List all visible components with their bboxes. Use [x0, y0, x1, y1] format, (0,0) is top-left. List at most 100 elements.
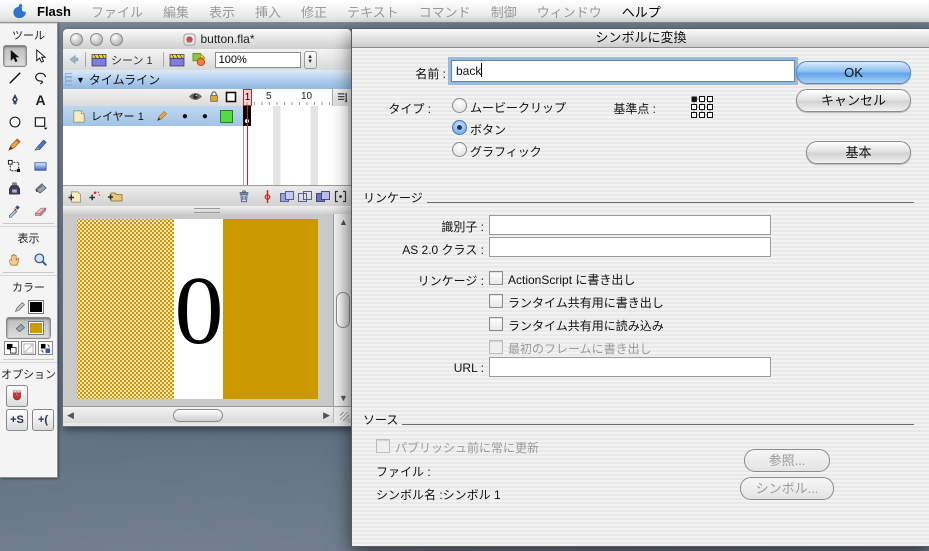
layer-visible-dot[interactable]: ●: [182, 111, 188, 122]
zoom-tool[interactable]: [29, 248, 53, 270]
checkbox-import-runtime-sharing-label[interactable]: ランタイム共有用に読み込み: [508, 317, 664, 334]
checkbox-export-runtime-sharing-label[interactable]: ランタイム共有用に書き出し: [508, 294, 664, 311]
layer-row[interactable]: レイヤー 1 ● ●: [63, 106, 243, 127]
onion-skin-outlines-button[interactable]: [297, 190, 313, 203]
menu-item-help[interactable]: ヘルプ: [612, 2, 671, 21]
stage-number-text[interactable]: 0: [171, 266, 227, 356]
ok-button[interactable]: OK: [796, 61, 911, 84]
lock-icon[interactable]: [208, 90, 220, 103]
no-color-button[interactable]: [21, 341, 36, 355]
playhead[interactable]: 1: [243, 89, 252, 106]
scene-name[interactable]: シーン 1: [111, 52, 153, 68]
layer-panel-empty-area[interactable]: [63, 126, 244, 186]
menu-item-flash[interactable]: Flash: [27, 4, 81, 19]
scroll-down-arrow[interactable]: ▼: [339, 393, 348, 403]
checkbox-export-actionscript-label[interactable]: ActionScript に書き出し: [508, 271, 635, 288]
delete-layer-trash-button[interactable]: [237, 189, 251, 204]
menu-item-commands[interactable]: コマンド: [409, 2, 481, 21]
checkbox-export-runtime-sharing[interactable]: [489, 294, 503, 308]
cancel-button[interactable]: キャンセル: [796, 89, 911, 112]
scroll-right-arrow[interactable]: ▶: [323, 410, 330, 420]
straighten-button[interactable]: +(: [32, 409, 54, 431]
ink-bottle-tool[interactable]: [3, 177, 27, 199]
zoom-window-button[interactable]: [110, 33, 123, 46]
stroke-color-control[interactable]: [0, 297, 57, 317]
vertical-scroll-thumb[interactable]: [336, 292, 350, 328]
fill-color-control[interactable]: [6, 317, 51, 339]
insert-layer-folder-button[interactable]: [107, 189, 124, 203]
gold-shape[interactable]: [223, 219, 318, 399]
symbol-name-input[interactable]: back: [451, 60, 795, 82]
identifier-input[interactable]: [489, 215, 771, 235]
minimize-button[interactable]: [90, 33, 103, 46]
line-tool[interactable]: [3, 67, 27, 89]
menu-item-view[interactable]: 表示: [199, 2, 245, 21]
eyedropper-tool[interactable]: [3, 199, 27, 221]
menu-item-text[interactable]: テキスト: [337, 2, 409, 21]
menu-item-insert[interactable]: 挿入: [245, 2, 291, 21]
url-input[interactable]: [489, 357, 771, 377]
free-transform-tool[interactable]: [3, 155, 27, 177]
timeline-panel-header[interactable]: ▼ タイムライン: [63, 70, 351, 90]
layer-name[interactable]: レイヤー 1: [91, 108, 144, 124]
text-tool[interactable]: A: [29, 89, 53, 111]
window-resize-grip[interactable]: [333, 406, 351, 423]
selected-gold-shape[interactable]: [77, 219, 174, 399]
menu-item-window[interactable]: ウィンドウ: [527, 2, 612, 21]
radio-movieclip[interactable]: [452, 98, 467, 113]
back-arrow-icon[interactable]: [67, 53, 80, 66]
modify-onion-markers-button[interactable]: [334, 190, 347, 203]
document-title-bar[interactable]: button.fla*: [63, 29, 351, 50]
paint-bucket-tool[interactable]: [29, 177, 53, 199]
fill-color-swatch[interactable]: [28, 321, 44, 335]
edit-multiple-frames-button[interactable]: [315, 190, 331, 203]
fill-transform-tool[interactable]: [29, 155, 53, 177]
layer-lock-dot[interactable]: ●: [202, 111, 208, 122]
frame-ruler[interactable]: 5 10: [243, 89, 333, 107]
outline-square-icon[interactable]: [225, 91, 237, 103]
pen-tool[interactable]: [3, 89, 27, 111]
snap-to-objects-button[interactable]: [6, 385, 28, 407]
as-class-input[interactable]: [489, 237, 771, 257]
basic-button[interactable]: 基本: [806, 141, 911, 164]
lasso-tool[interactable]: [29, 67, 53, 89]
menu-item-edit[interactable]: 編集: [153, 2, 199, 21]
close-button[interactable]: [70, 33, 83, 46]
scroll-up-arrow[interactable]: ▲: [339, 217, 348, 227]
zoom-level-input[interactable]: [215, 52, 301, 68]
collapse-triangle-icon[interactable]: ▼: [76, 75, 85, 85]
layer-outline-color-swatch[interactable]: [220, 110, 233, 123]
stage-canvas[interactable]: 0: [63, 214, 334, 406]
center-frame-button[interactable]: [263, 189, 272, 204]
vertical-scrollbar[interactable]: ▲ ▼: [333, 214, 351, 406]
hand-tool[interactable]: [3, 248, 27, 270]
frame-view-menu-button[interactable]: [332, 89, 351, 107]
default-colors-button[interactable]: [4, 341, 19, 355]
rectangle-tool[interactable]: [29, 111, 53, 133]
arrow-tool[interactable]: [3, 45, 27, 67]
checkbox-import-runtime-sharing[interactable]: [489, 317, 503, 331]
subselection-tool[interactable]: [29, 45, 53, 67]
registration-point-grid[interactable]: [691, 96, 713, 118]
pencil-tool[interactable]: [3, 133, 27, 155]
brush-tool[interactable]: [29, 133, 53, 155]
smooth-button[interactable]: +S: [6, 409, 28, 431]
zoom-stepper[interactable]: ▲▼: [304, 51, 317, 69]
checkbox-export-actionscript[interactable]: [489, 271, 503, 285]
stroke-color-swatch[interactable]: [28, 300, 44, 314]
apple-menu-icon[interactable]: [12, 3, 27, 19]
radio-graphic[interactable]: [452, 142, 467, 157]
insert-layer-button[interactable]: [67, 189, 83, 204]
edit-scene-button[interactable]: [169, 53, 185, 67]
radio-graphic-label[interactable]: グラフィック: [470, 143, 542, 160]
radio-movieclip-label[interactable]: ムービークリップ: [470, 99, 566, 116]
onion-skin-button[interactable]: [279, 190, 295, 203]
menu-item-file[interactable]: ファイル: [81, 2, 153, 21]
edit-symbols-button[interactable]: [191, 52, 207, 67]
horizontal-scrollbar[interactable]: ◀ ▶: [63, 406, 334, 423]
eraser-tool[interactable]: [29, 199, 53, 221]
horizontal-scroll-thumb[interactable]: [173, 409, 223, 422]
radio-button-label[interactable]: ボタン: [470, 121, 506, 138]
scroll-left-arrow[interactable]: ◀: [67, 410, 74, 420]
radio-button[interactable]: [452, 120, 467, 135]
